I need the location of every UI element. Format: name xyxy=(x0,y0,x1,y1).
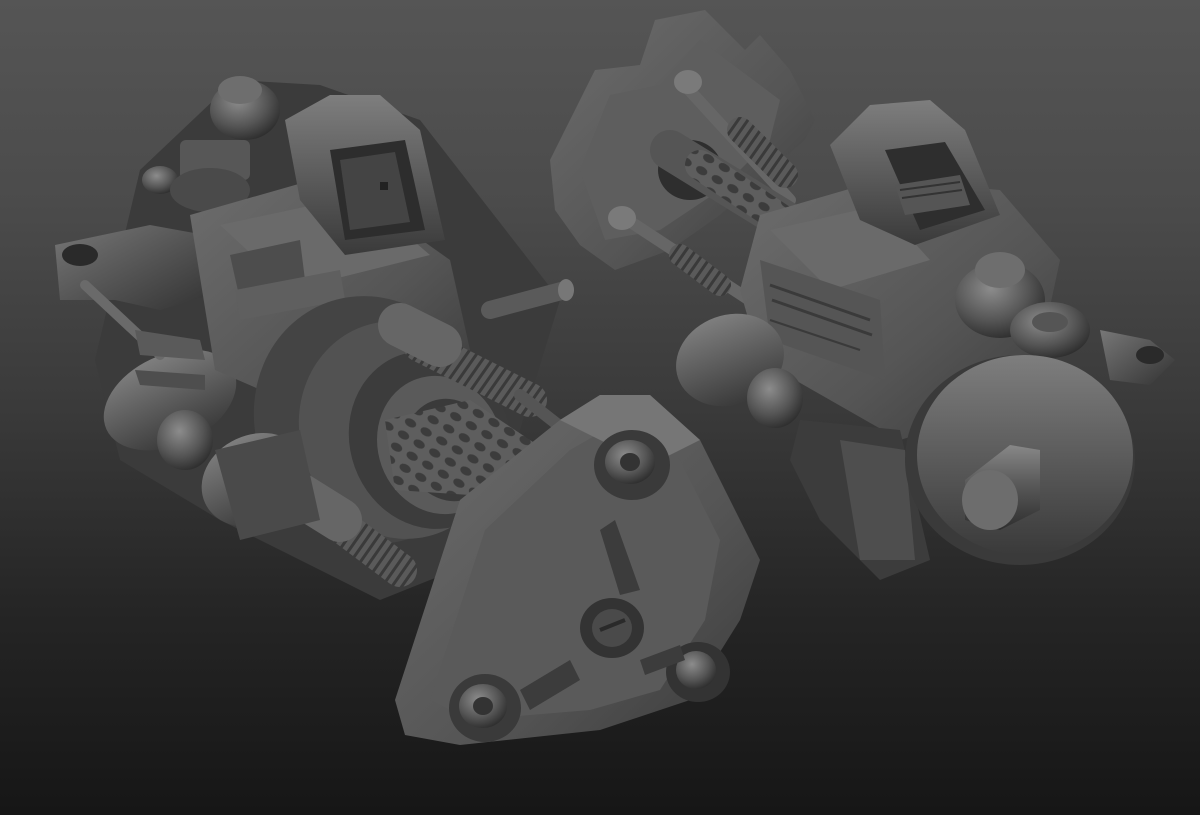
render-canvas xyxy=(55,10,1175,745)
front-disc xyxy=(905,355,1135,565)
left-bracket xyxy=(55,225,210,310)
render-viewport xyxy=(0,0,1200,815)
